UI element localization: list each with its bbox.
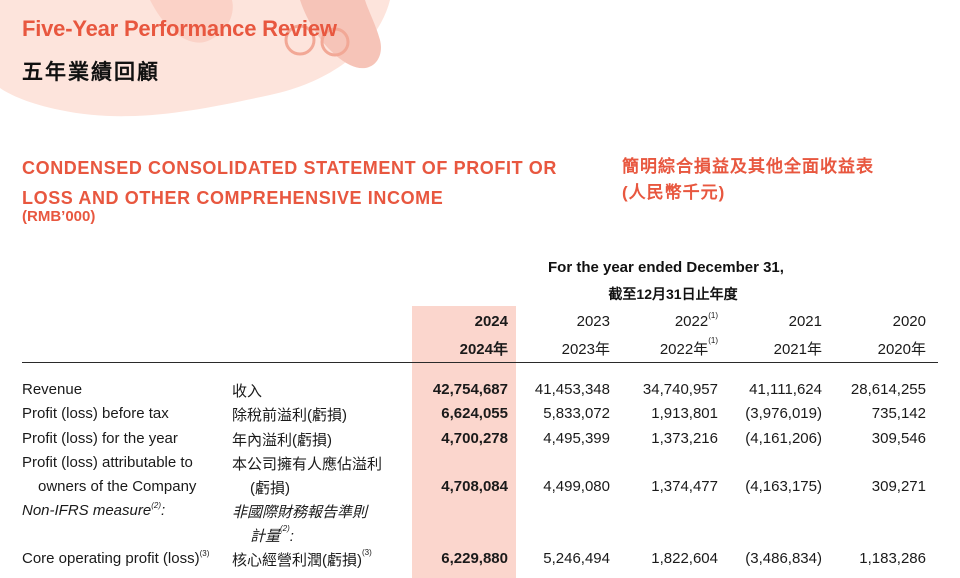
- row-label-profit-for-year: Profit (loss) for the year: [22, 430, 178, 447]
- table-cell: (4,161,206): [745, 430, 822, 447]
- row-label-non-ifrs-zh-line2: 計量(2):: [250, 524, 294, 546]
- year-header-2023: 2023: [576, 313, 610, 330]
- table-cell: (3,976,019): [745, 405, 822, 422]
- statement-title-zh: 簡明綜合損益及其他全面收益表: [622, 157, 874, 176]
- table-cell: 309,271: [871, 478, 926, 495]
- table-cell: 309,546: [871, 430, 926, 447]
- row-label-attributable-line1: Profit (loss) attributable to: [22, 454, 193, 471]
- table-cell: 1,822,604: [651, 550, 718, 567]
- footnote-marker: (1): [708, 336, 718, 345]
- non-ifrs-label: Non-IFRS measure: [22, 502, 152, 519]
- table-cell: 6,229,880: [441, 550, 508, 567]
- table-cell: 4,495,399: [543, 430, 610, 447]
- row-label-revenue-zh: 收入: [232, 383, 263, 400]
- row-label-revenue: Revenue: [22, 381, 83, 398]
- footnote-marker: (3): [362, 548, 372, 557]
- row-label-profit-for-year-zh: 年內溢利(虧損): [232, 432, 332, 449]
- year-header-2020-zh: 2020年: [877, 341, 926, 358]
- table-cell: 41,111,624: [749, 381, 822, 398]
- core-operating-label-zh: 核心經營利潤(虧損): [232, 552, 362, 569]
- row-label-profit-before-tax: Profit (loss) before tax: [22, 405, 169, 422]
- table-cell: (3,486,834): [745, 550, 822, 567]
- row-label-profit-before-tax-zh: 除稅前溢利(虧損): [232, 407, 347, 424]
- footnote-marker: (3): [199, 549, 210, 558]
- statement-title-line1: CONDENSED CONSOLIDATED STATEMENT OF PROF…: [22, 158, 557, 178]
- core-operating-label: Core operating profit (loss): [22, 550, 200, 567]
- year-label: 2022: [674, 313, 709, 330]
- statement-unit-zh: (人民幣千元): [622, 183, 726, 202]
- year-header-2020: 2020: [892, 313, 926, 330]
- row-label-attributable-zh-line2: (虧損): [250, 480, 290, 497]
- table-cell: 1,374,477: [651, 478, 718, 495]
- table-cell: 28,614,255: [850, 381, 926, 398]
- year-header-2022: 2022(1): [618, 311, 718, 330]
- non-ifrs-zh-colon: :: [289, 528, 294, 545]
- footnote-marker: (2): [280, 524, 290, 533]
- table-cell: 6,624,055: [441, 405, 508, 422]
- table-cell: 4,708,084: [441, 478, 508, 495]
- header-rule: [22, 362, 938, 363]
- table-cell: (4,163,175): [745, 478, 822, 495]
- row-label-attributable-line2: owners of the Company: [38, 478, 197, 495]
- statement-title-zh-block: 簡明綜合損益及其他全面收益表 (人民幣千元): [622, 154, 874, 206]
- table-cell: 1,183,286: [859, 550, 926, 567]
- row-label-attributable-zh-line1: 本公司擁有人應佔溢利: [232, 456, 383, 473]
- year-header-2022-zh: 2022年(1): [618, 336, 718, 359]
- year-header-2024-zh: 2024年: [459, 341, 508, 358]
- table-cell: 5,246,494: [543, 550, 610, 567]
- table-cell: 41,453,348: [534, 381, 610, 398]
- year-label-zh: 2022年: [659, 341, 709, 358]
- row-label-core-operating-profit: Core operating profit (loss)(3): [22, 549, 210, 567]
- row-label-non-ifrs: Non-IFRS measure(2):: [22, 501, 166, 519]
- year-header-2021: 2021: [788, 313, 822, 330]
- table-cell: 4,499,080: [543, 478, 610, 495]
- table-cell: 34,740,957: [642, 381, 718, 398]
- page-title-zh: 五年業績回顧: [22, 61, 160, 84]
- table-cell: 42,754,687: [432, 381, 508, 398]
- year-header-2023-zh: 2023年: [561, 341, 610, 358]
- row-label-non-ifrs-zh-line1: 非國際財務報告準則: [232, 504, 368, 521]
- non-ifrs-colon: :: [161, 502, 166, 519]
- table-cell: 735,142: [871, 405, 926, 422]
- statement-title: CONDENSED CONSOLIDATED STATEMENT OF PROF…: [22, 153, 602, 213]
- table-cell: 4,700,278: [441, 430, 508, 447]
- year-header-2024: 2024: [474, 313, 508, 330]
- row-label-core-operating-profit-zh: 核心經營利潤(虧損)(3): [232, 548, 372, 570]
- non-ifrs-zh-label: 計量: [250, 528, 281, 545]
- table-cell: 1,373,216: [651, 430, 718, 447]
- footnote-marker: (2): [151, 501, 161, 510]
- period-heading: For the year ended December 31,: [548, 259, 784, 276]
- statement-title-line2: LOSS AND OTHER COMPREHENSIVE INCOME: [22, 188, 444, 208]
- year-header-2021-zh: 2021年: [773, 341, 822, 358]
- statement-unit: (RMB’000): [22, 208, 96, 225]
- page-title: Five-Year Performance Review: [22, 16, 337, 41]
- table-cell: 1,913,801: [651, 405, 718, 422]
- footnote-marker: (1): [708, 311, 718, 320]
- period-heading-zh: 截至12月31日止年度: [608, 286, 738, 302]
- table-cell: 5,833,072: [543, 405, 610, 422]
